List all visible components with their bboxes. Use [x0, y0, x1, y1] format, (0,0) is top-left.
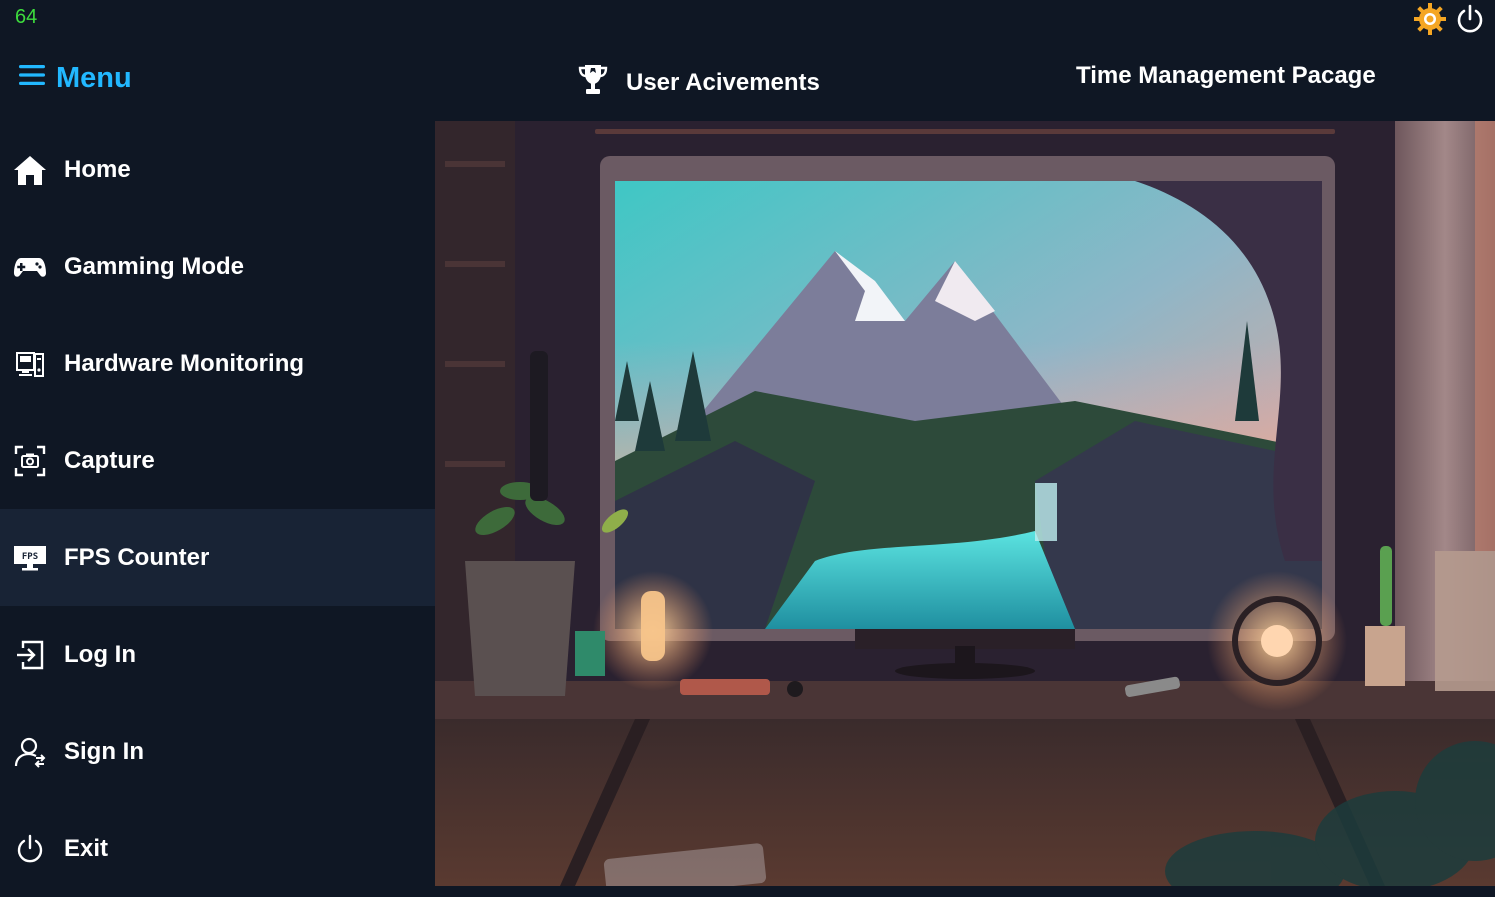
login-icon	[12, 637, 48, 673]
home-icon	[12, 152, 48, 188]
sidebar-item-exit[interactable]: Exit	[0, 800, 435, 897]
fps-readout: 64	[15, 6, 38, 28]
window-controls	[1413, 2, 1487, 36]
sidebar-item-hardware-monitoring[interactable]: Hardware Monitoring	[0, 315, 435, 412]
menu-label: Menu	[56, 62, 132, 94]
svg-text:FPS: FPS	[22, 552, 38, 562]
power-icon[interactable]	[1453, 2, 1487, 36]
sidebar-item-sign-in[interactable]: Sign In	[0, 703, 435, 800]
hero-illustration	[435, 121, 1495, 886]
sidebar: Home Gamming Mode Hardware Monitoring Ca…	[0, 121, 435, 886]
trophy-icon	[578, 62, 608, 103]
camera-capture-icon	[12, 443, 48, 479]
sidebar-item-label: FPS Counter	[64, 543, 210, 571]
sidebar-item-label: Exit	[64, 834, 109, 862]
gamepad-icon	[12, 249, 48, 285]
power-icon	[12, 831, 48, 867]
time-management-label: Time Management Pacage	[1076, 62, 1376, 89]
user-icon	[12, 734, 48, 770]
fps-monitor-icon: FPS	[12, 540, 48, 576]
user-achievements-label: User Acivements	[626, 68, 820, 96]
sidebar-item-label: Log In	[64, 640, 136, 668]
menu-button[interactable]: Menu	[18, 62, 132, 95]
sidebar-item-label: Hardware Monitoring	[64, 349, 305, 377]
sidebar-item-capture[interactable]: Capture	[0, 412, 435, 509]
hamburger-icon	[18, 62, 46, 95]
user-achievements-button[interactable]: User Acivements	[578, 62, 820, 103]
sidebar-item-home[interactable]: Home	[0, 121, 435, 218]
sidebar-item-log-in[interactable]: Log In	[0, 606, 435, 703]
sidebar-item-label: Gamming Mode	[64, 252, 245, 280]
sidebar-item-label: Home	[64, 155, 131, 183]
sidebar-item-label: Capture	[64, 446, 155, 474]
sidebar-item-label: Sign In	[64, 737, 144, 765]
hardware-monitor-icon	[12, 346, 48, 382]
time-management-button[interactable]: Time Management Pacage	[1076, 62, 1376, 90]
gear-icon[interactable]	[1413, 2, 1447, 36]
sidebar-item-fps-counter[interactable]: FPS FPS Counter	[0, 509, 435, 606]
sidebar-item-gaming-mode[interactable]: Gamming Mode	[0, 218, 435, 315]
